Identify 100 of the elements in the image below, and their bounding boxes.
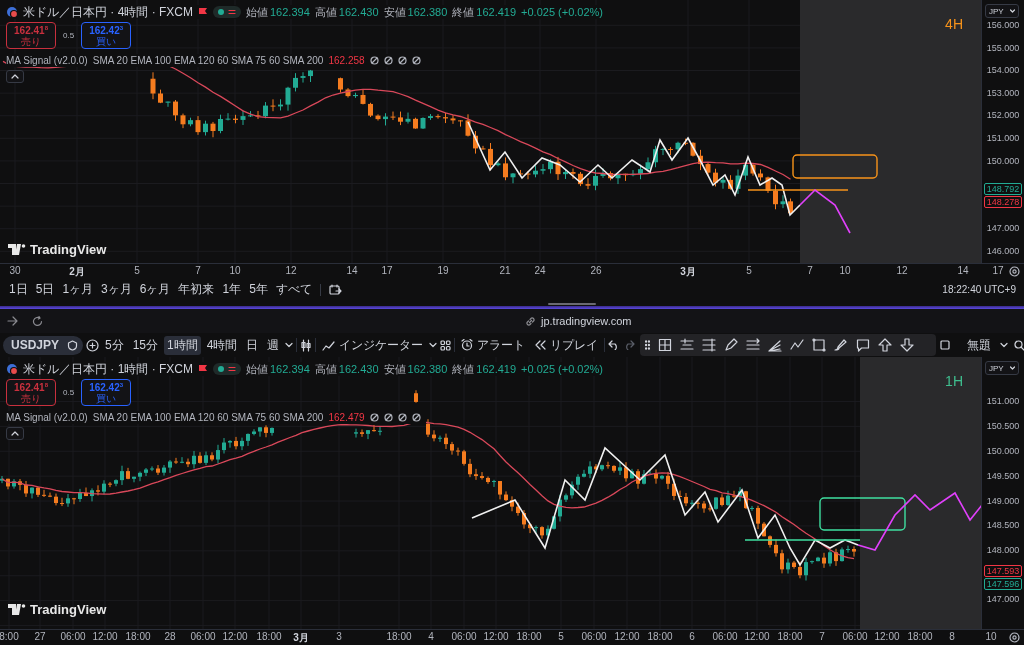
time-label: 5 [558,631,564,642]
time-label: 21 [499,265,511,276]
time-label: 18:00 [516,631,542,642]
range-button[interactable]: 3ヶ月 [101,281,132,298]
sell-button[interactable]: 162.41$^{8}$ 売り [6,22,56,49]
time-label: 4 [428,631,434,642]
range-button[interactable]: 1日 [9,281,28,298]
ohlc-label: 安値 [383,361,406,377]
ohlc-label: 安値 [383,4,406,20]
ohlc-value: 162.394 [270,363,310,375]
ohlc-value: 162.394 [270,6,310,18]
indicators-button[interactable]: インジケーター [319,335,427,355]
ohlc-value: 162.380 [407,6,448,18]
time-label: 10 [985,631,997,642]
brand-name: TradingView [30,602,107,617]
sell-button[interactable]: 162.41$^{8}$ 売り [6,379,56,406]
time-label: 14 [957,265,969,276]
range-button[interactable]: 5年 [249,281,268,298]
spread-value: 0.5 [63,388,75,397]
time-label: 2月 [69,265,85,279]
time-label: 12:00 [483,631,509,642]
range-button[interactable]: 年初来 [178,281,215,298]
indicator-name: MA Signal (v2.0.0) [6,55,88,66]
interval-tab[interactable]: 日 [243,335,262,355]
time-label: 12:00 [874,631,900,642]
brand-name: TradingView [30,242,107,257]
price-badge: 147.593 [983,565,1023,578]
buy-button[interactable]: 162.42$^{3}$ 買い [81,22,132,49]
time-label: 18:00 [777,631,803,642]
ohlc-value: 162.430 [338,6,379,18]
time-label: 18:00 [256,631,282,642]
symbol-field[interactable]: USDJPY [3,335,83,355]
time-label: 06:00 [581,631,607,642]
price-badge: 148.278 [983,196,1023,209]
price-label: 155.000 [986,41,1020,55]
interval-tab[interactable]: 5分 [102,335,127,355]
interval-tab[interactable]: 4時間 [203,335,241,355]
time-label: 10 [839,265,851,276]
time-label: 19 [437,265,449,276]
time-label: 5 [134,265,140,276]
range-button[interactable]: 5日 [35,281,55,298]
interval-tab[interactable]: 15分 [129,335,162,355]
indicator-params: SMA 20 EMA 100 EMA 120 60 SMA 75 60 SMA 200 [92,55,324,66]
time-label: 17 [381,265,393,276]
range-button[interactable]: 1年 [222,281,242,298]
layout-name-button[interactable]: 無題 [964,335,994,355]
ohlc-label: 終値 [452,4,475,20]
ohlc-label: 高値 [314,361,337,377]
price-label: 146.000 [986,244,1020,258]
time-label: 12:00 [222,631,248,642]
time-label: 18:00 [125,631,151,642]
price-label: 148.500 [986,519,1020,533]
price-label: 156.000 [986,19,1020,32]
time-label: 06:00 [842,631,868,642]
ohlc-value: 162.419 [476,363,517,375]
replay-button[interactable]: リプレイ [531,335,602,355]
ohlc-value: 162.380 [407,363,448,375]
range-button[interactable]: 1ヶ月 [62,281,94,298]
spread-value: 0.5 [63,31,75,40]
time-label: 14 [346,265,358,276]
interval-tab[interactable]: 週 [264,335,283,355]
alert-button[interactable]: アラート [458,335,529,355]
buy-button[interactable]: 162.42$^{3}$ 買い [81,379,132,406]
ohlc-label: 終値 [452,361,475,377]
time-label: 24 [534,265,546,276]
clock-time: 18:22:40 UTC+9 [942,284,1016,295]
price-label: 151.000 [986,395,1020,408]
indicator-params: SMA 20 EMA 100 EMA 120 60 SMA 75 60 SMA 200 [92,412,324,423]
price-label: 152.000 [986,109,1020,123]
time-label: 12:00 [744,631,770,642]
time-label: 6 [689,631,695,642]
time-label: 18:00 [386,631,412,642]
time-label: 18:00 [647,631,673,642]
time-label: 8 [949,631,955,642]
ohlc-value: 162.419 [476,6,517,18]
price-change: +0.025 (+0.02%) [521,6,603,18]
time-label: 5 [746,265,752,276]
time-label: 3月 [293,631,309,645]
currency-select[interactable]: JPY [985,4,1019,18]
time-label: 12 [896,265,908,276]
time-label: 17 [992,265,1004,276]
time-label: 7 [807,265,813,276]
price-label: 147.000 [986,593,1020,607]
time-label: 06:00 [712,631,738,642]
price-label: 153.000 [986,86,1020,100]
interval-tab[interactable]: 1時間 [164,335,201,355]
page-url[interactable]: jp.tradingview.com [541,315,632,327]
price-label: 147.000 [986,222,1020,236]
currency-select[interactable]: JPY [985,361,1019,375]
range-button[interactable]: 6ヶ月 [139,281,171,298]
range-button[interactable]: すべて [275,281,312,298]
indicator-value: 162.479 [328,412,365,423]
ohlc-label: 高値 [314,4,337,20]
time-label: 06:00 [190,631,216,642]
time-label: 7 [819,631,825,642]
price-label: 150.000 [986,444,1020,458]
time-label: 06:00 [451,631,477,642]
price-label: 148.000 [986,544,1020,558]
time-label: 10 [229,265,241,276]
time-label: 8:00 [0,631,19,642]
